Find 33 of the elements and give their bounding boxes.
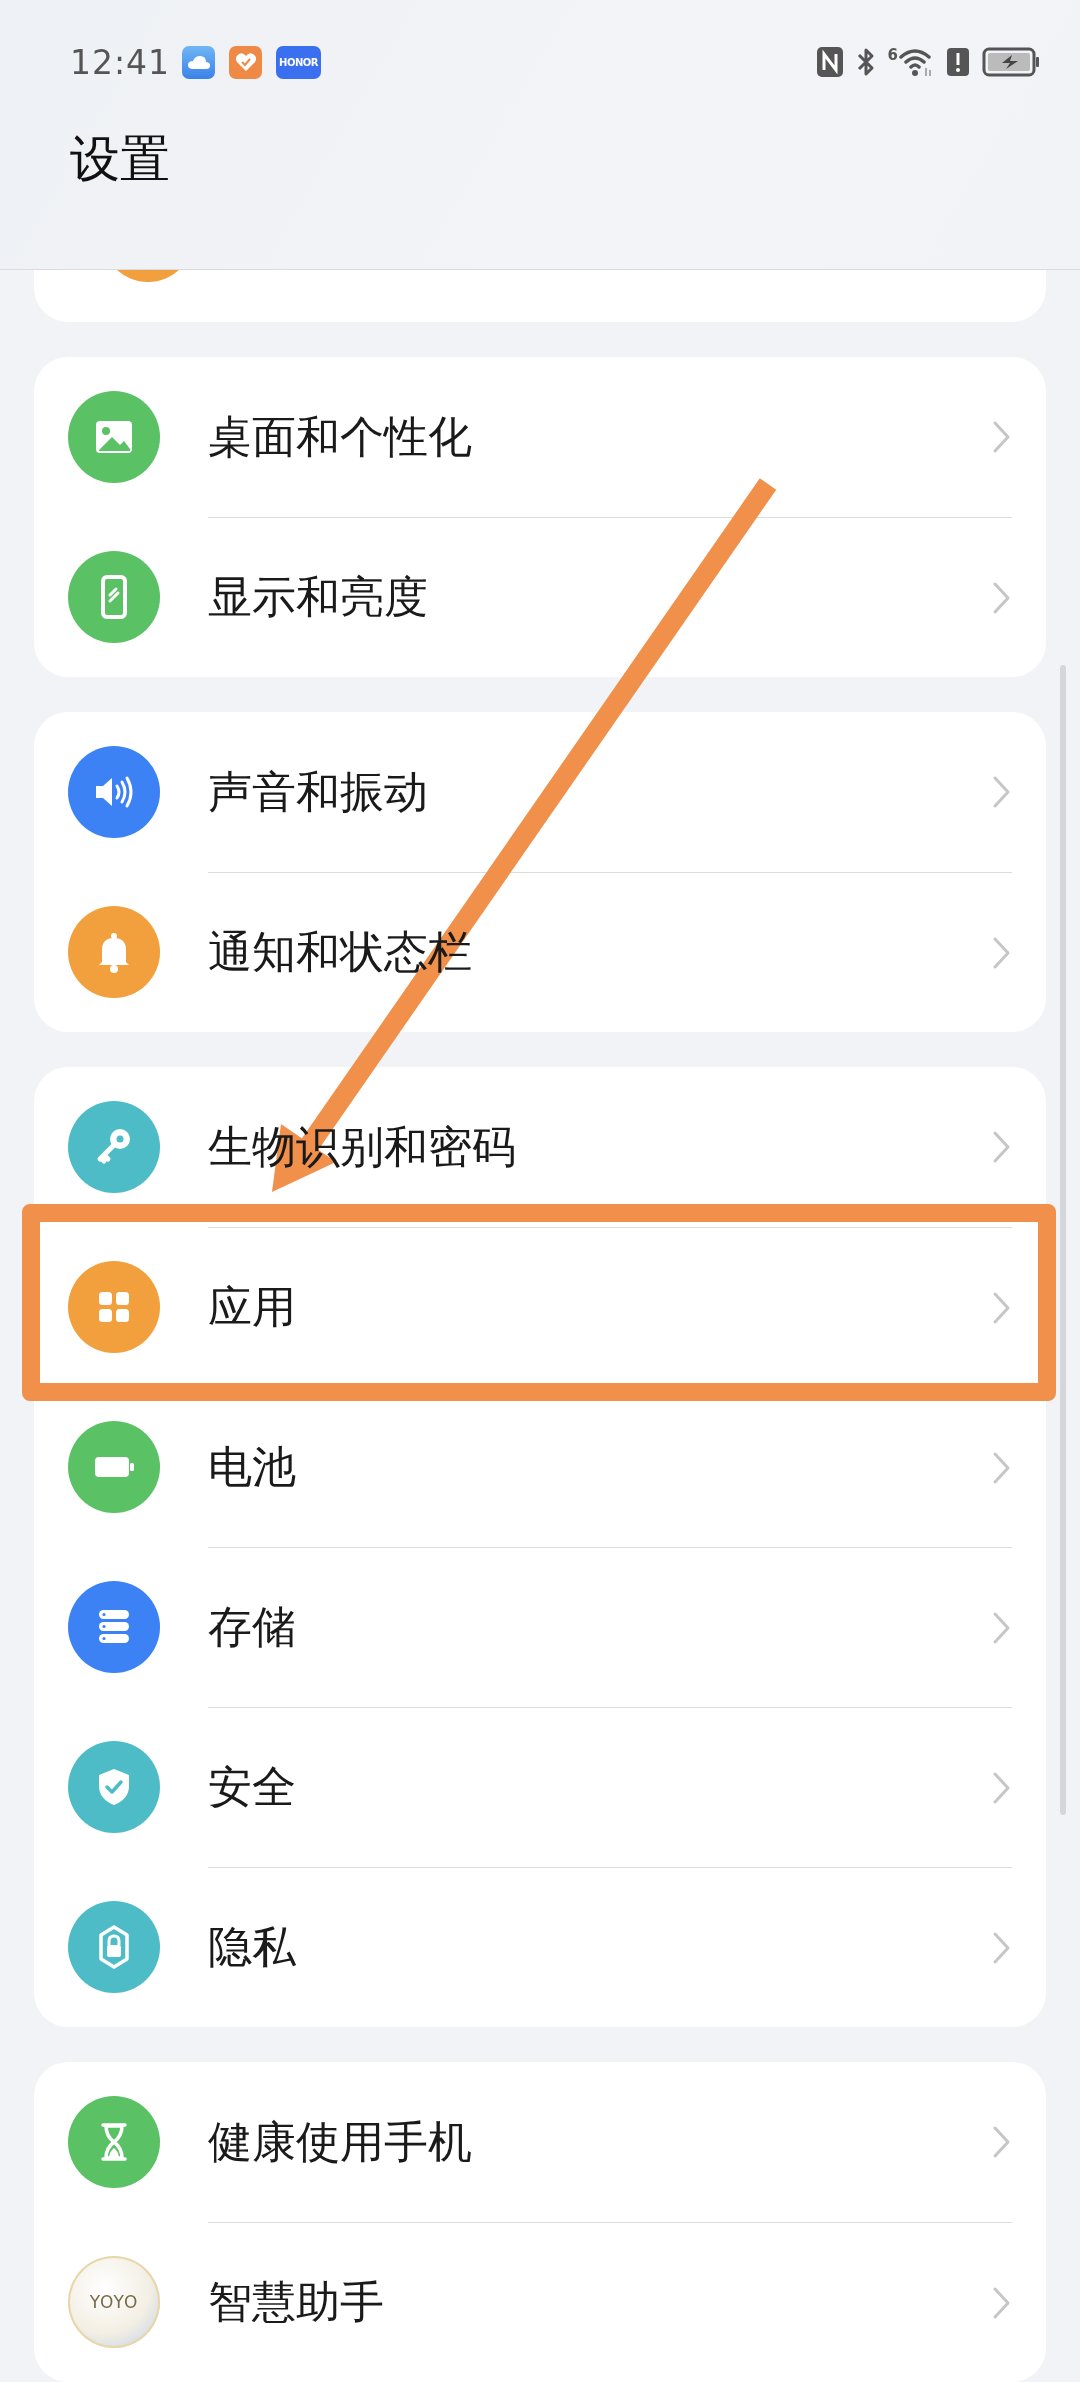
settings-item[interactable]: 隐私 <box>34 1867 1046 2027</box>
chevron-icon <box>992 1290 1012 1325</box>
network-label: 6 <box>887 46 898 64</box>
settings-item[interactable]: 应用 <box>34 1227 1046 1387</box>
nfc-icon <box>815 46 844 78</box>
settings-item[interactable]: 存储 <box>34 1547 1046 1707</box>
weather-icon <box>182 45 216 79</box>
chevron-icon <box>992 935 1012 970</box>
settings-item[interactable]: 显示和亮度 <box>34 517 1046 677</box>
bluetooth-icon <box>855 46 876 78</box>
app-logo: HONOR <box>276 45 322 79</box>
chevron-icon <box>992 775 1012 809</box>
wifi-icon <box>898 46 934 78</box>
chevron-icon <box>992 1450 1012 1485</box>
chevron-icon <box>992 580 1012 615</box>
page-title: 设置 <box>70 134 171 184</box>
settings-item[interactable]: YOYO 智慧助手 <box>34 2222 1046 2382</box>
alert-icon <box>946 46 970 78</box>
settings-item[interactable]: 声音和振动 <box>34 712 1046 872</box>
settings-item[interactable]: 电池 <box>34 1387 1046 1547</box>
chevron-icon <box>992 1930 1012 1965</box>
chevron-icon <box>992 1770 1012 1805</box>
assistant-logo: YOYO <box>68 2256 160 2348</box>
settings-item[interactable]: 桌面和个性化 <box>34 357 1046 517</box>
settings-item[interactable]: 安全 <box>34 1707 1046 1867</box>
chevron-icon <box>992 420 1012 454</box>
status-time: 12:41 <box>70 42 171 82</box>
chevron-icon <box>992 2285 1012 2320</box>
battery-status-icon <box>982 46 1040 78</box>
chevron-icon <box>992 1610 1012 1645</box>
chevron-icon <box>992 2125 1012 2159</box>
chevron-icon <box>992 1130 1012 1164</box>
settings-item[interactable]: 健康使用手机 <box>34 2062 1046 2222</box>
